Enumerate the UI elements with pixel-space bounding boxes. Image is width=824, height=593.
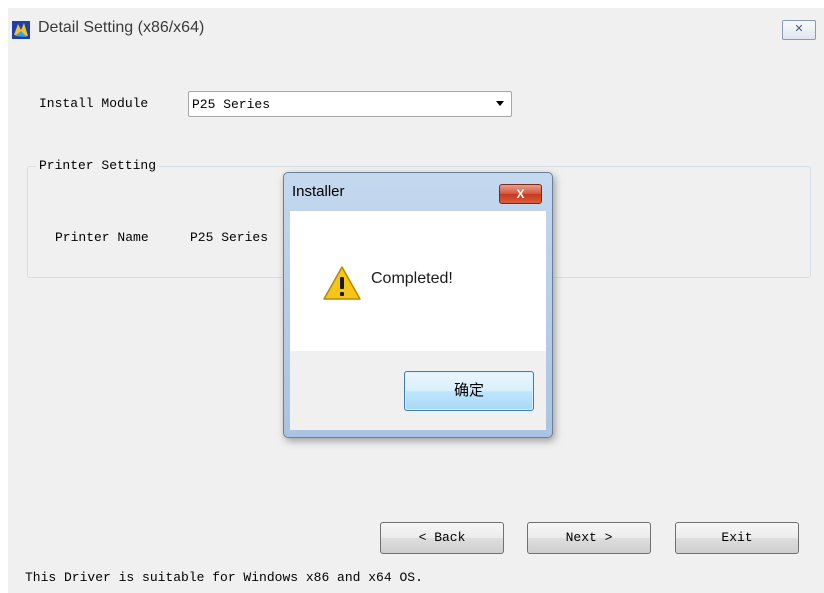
install-module-label: Install Module <box>39 96 149 111</box>
printer-name-value: P25 Series <box>190 230 269 245</box>
dialog-message: Completed! <box>371 270 453 287</box>
dialog-close-button[interactable]: X <box>499 184 542 204</box>
dialog-body: Completed! <box>290 211 546 351</box>
install-module-select[interactable]: P25 Series <box>188 91 512 117</box>
install-module-value: P25 Series <box>192 97 271 112</box>
warning-icon <box>323 266 361 300</box>
ok-button[interactable]: 确定 <box>404 371 534 411</box>
printer-name-label: Printer Name <box>55 230 149 245</box>
installer-dialog: Installer X Completed! 确定 <box>283 172 553 438</box>
next-button[interactable]: Next > <box>527 522 651 554</box>
chevron-down-icon <box>496 101 504 106</box>
back-button[interactable]: < Back <box>380 522 504 554</box>
window-title: Detail Setting (x86/x64) <box>38 19 205 36</box>
app-icon <box>12 21 30 39</box>
exit-button[interactable]: Exit <box>675 522 799 554</box>
window-close-button[interactable]: ✕ <box>782 20 816 40</box>
dialog-title: Installer <box>292 183 345 200</box>
title-bar: Detail Setting (x86/x64) ✕ <box>8 8 824 50</box>
dialog-footer: 确定 <box>290 351 546 430</box>
printer-setting-legend: Printer Setting <box>36 158 160 173</box>
footer-note: This Driver is suitable for Windows x86 … <box>25 570 423 585</box>
detail-setting-window: Detail Setting (x86/x64) ✕ Install Modul… <box>0 0 824 593</box>
